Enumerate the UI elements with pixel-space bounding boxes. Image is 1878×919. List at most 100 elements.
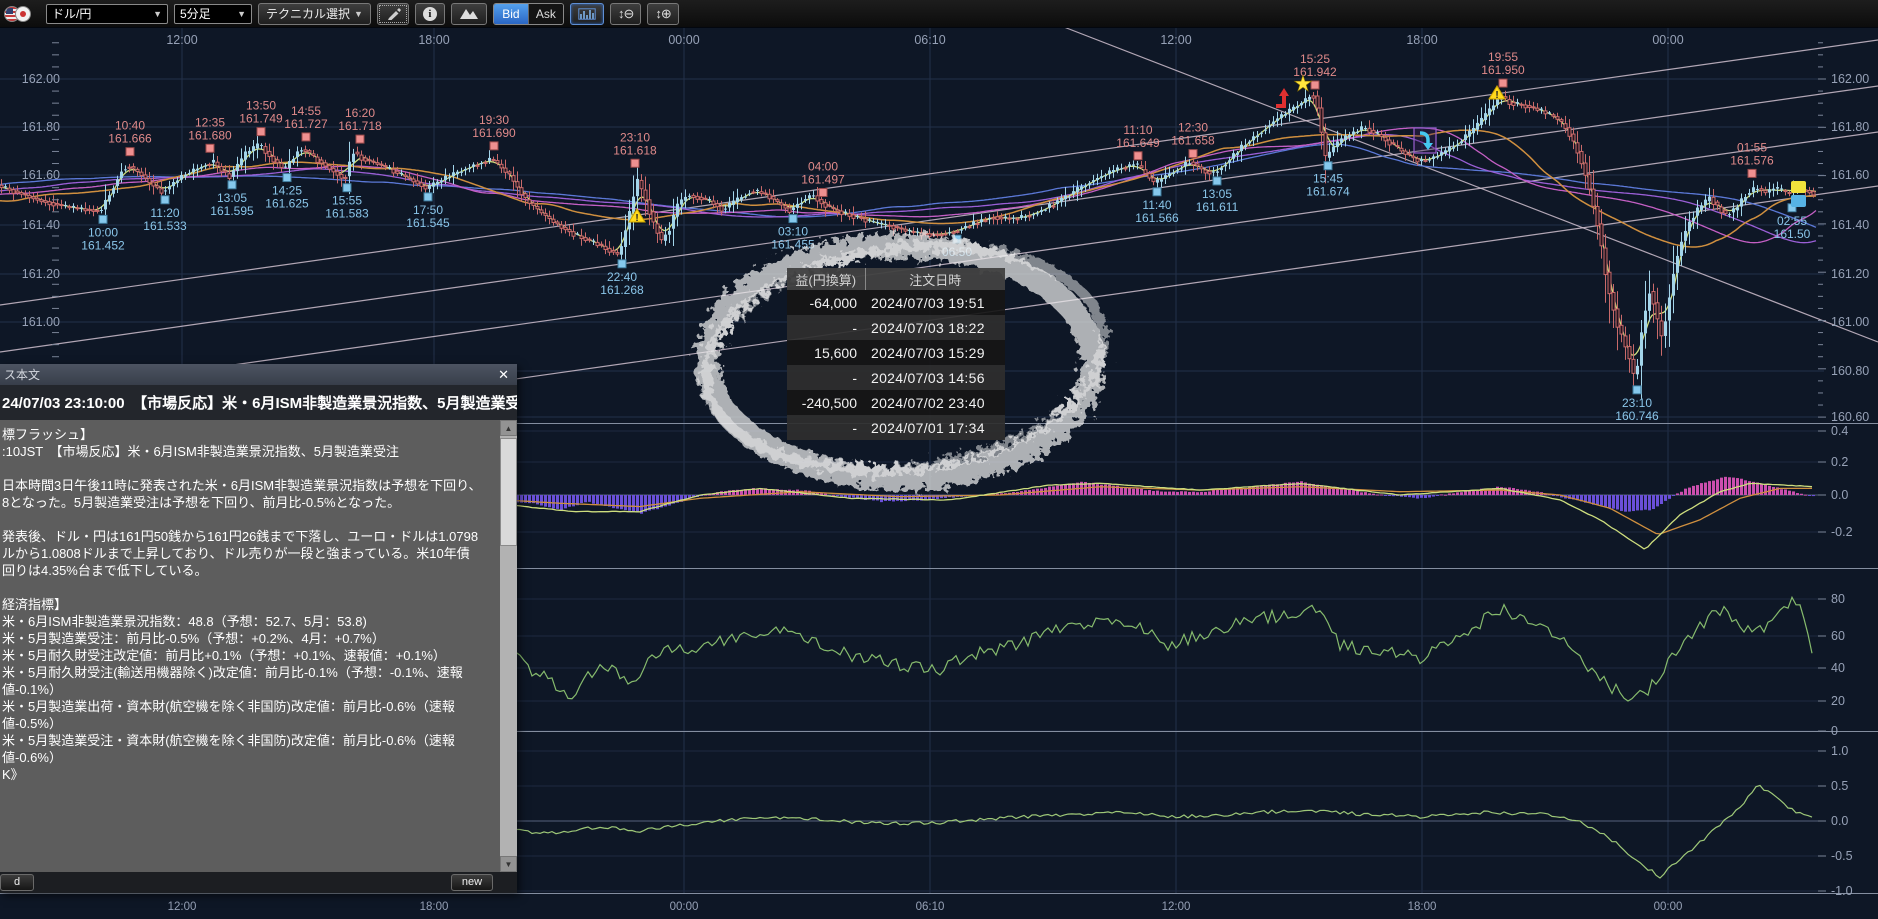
order-datetime: 2024/07/02 23:40 <box>865 390 1005 415</box>
buy-marker <box>424 193 432 201</box>
svg-text:161.455: 161.455 <box>771 238 815 252</box>
buy-marker <box>99 215 107 223</box>
scroll-thumb[interactable] <box>500 438 517 546</box>
svg-text:10:40: 10:40 <box>115 119 145 133</box>
info-button[interactable]: i <box>415 3 445 25</box>
last-price-tag-blue <box>1791 195 1806 207</box>
svg-text:19:30: 19:30 <box>479 113 509 127</box>
order-row[interactable]: -240,5002024/07/02 23:40 <box>787 390 1005 415</box>
zoom-in-icon: ↕⊕ <box>655 6 670 22</box>
svg-text:00:00: 00:00 <box>668 33 699 47</box>
bid-ask-toggle: Bid Ask <box>493 3 564 25</box>
technical-select-label: テクニカル選択 <box>266 5 350 22</box>
currency-pair-select[interactable]: ドル/円 ▼ <box>46 4 168 24</box>
svg-text:15:45: 15:45 <box>1313 172 1343 186</box>
buy-marker <box>618 260 626 268</box>
svg-text:160.60: 160.60 <box>1831 410 1869 424</box>
ask-button[interactable]: Ask <box>528 4 563 24</box>
news-scrollbar[interactable]: ▲ ▼ <box>500 420 517 872</box>
tick-chart-button[interactable] <box>570 3 604 25</box>
jp-flag-icon <box>15 6 31 22</box>
news-footer: d new <box>0 872 517 893</box>
svg-text:161.583: 161.583 <box>325 207 369 221</box>
timeframe-label: 5分足 <box>180 5 211 22</box>
order-row[interactable]: -2024/07/03 18:22 <box>787 315 1005 340</box>
svg-text:0.0: 0.0 <box>1831 814 1848 828</box>
svg-text:18:00: 18:00 <box>1408 901 1437 913</box>
order-row[interactable]: -2024/07/01 17:34 <box>787 415 1005 440</box>
zoom-out-button[interactable]: ↕⊖ <box>610 3 641 25</box>
buy-marker <box>953 235 961 243</box>
order-row[interactable]: -2024/07/03 14:56 <box>787 365 1005 390</box>
orders-header-row: 益(円換算) 注文日時 <box>787 268 1005 290</box>
svg-text:60: 60 <box>1831 629 1845 643</box>
svg-text:20: 20 <box>1831 694 1845 708</box>
order-row[interactable]: 15,6002024/07/03 15:29 <box>787 340 1005 365</box>
svg-text:1.0: 1.0 <box>1831 744 1848 758</box>
svg-text:06:10: 06:10 <box>914 33 945 47</box>
toolbar: ドル/円 ▼ 5分足 ▼ テクニカル選択 ▼ i Bid Ask <box>0 0 1878 28</box>
svg-text:★: ★ <box>1293 71 1313 96</box>
order-row[interactable]: -64,0002024/07/03 19:51 <box>787 290 1005 315</box>
svg-text:160.80: 160.80 <box>1831 364 1869 378</box>
news-headline: 24/07/03 23:10:00 【市場反応】米・6月ISM非製造業景況指数、… <box>0 385 517 420</box>
svg-text:11:40: 11:40 <box>1142 198 1171 212</box>
svg-text:15:55: 15:55 <box>332 194 362 208</box>
scroll-down-icon[interactable]: ▼ <box>500 856 517 872</box>
svg-text:161.268: 161.268 <box>600 283 644 297</box>
svg-text:12:30: 12:30 <box>1178 121 1208 135</box>
timeframe-select[interactable]: 5分足 ▼ <box>174 4 252 24</box>
close-icon[interactable]: ✕ <box>498 367 509 383</box>
news-body-text: 標フラッシュ】:10JST 【市場反応】米・6月ISM非製造業景況指数、5月製造… <box>2 426 497 783</box>
chevron-down-icon: ▼ <box>237 9 246 19</box>
bid-button[interactable]: Bid <box>494 4 528 24</box>
svg-text:14:25: 14:25 <box>272 184 302 198</box>
svg-text:161.611: 161.611 <box>1196 200 1239 214</box>
svg-text:12:35: 12:35 <box>195 115 225 129</box>
new-button[interactable]: new <box>451 874 493 891</box>
old-button[interactable]: d <box>0 874 34 891</box>
currency-pair-label: ドル/円 <box>52 5 91 22</box>
orders-col-profit: 益(円換算) <box>787 268 865 290</box>
svg-text:40: 40 <box>1831 661 1845 675</box>
draw-tool-button[interactable] <box>377 3 409 25</box>
svg-text:161.60: 161.60 <box>22 168 60 182</box>
chevron-down-icon: ▼ <box>153 9 162 19</box>
svg-text:160.746: 160.746 <box>1615 409 1659 423</box>
svg-text:13:50: 13:50 <box>246 99 276 113</box>
svg-text:161.727: 161.727 <box>284 117 328 131</box>
svg-text:161.50: 161.50 <box>1774 227 1811 241</box>
buy-marker <box>1633 386 1641 394</box>
sell-marker <box>1499 79 1507 87</box>
svg-text:13:05: 13:05 <box>1202 187 1232 201</box>
svg-text:19:55: 19:55 <box>1488 50 1518 64</box>
chart-type-button[interactable] <box>451 3 487 25</box>
svg-text:00:00: 00:00 <box>1654 901 1683 913</box>
svg-text:161.618: 161.618 <box>613 143 657 157</box>
sell-marker <box>356 135 364 143</box>
buy-marker <box>343 184 351 192</box>
sell-marker <box>819 188 827 196</box>
svg-text:00:00: 00:00 <box>1652 33 1683 47</box>
svg-text:161.680: 161.680 <box>188 128 232 142</box>
technical-select-button[interactable]: テクニカル選択 ▼ <box>258 3 371 25</box>
sell-marker <box>1748 169 1756 177</box>
news-body: 標フラッシュ】:10JST 【市場反応】米・6月ISM非製造業景況指数、5月製造… <box>0 420 517 872</box>
pencil-icon <box>385 7 401 21</box>
sell-marker <box>631 159 639 167</box>
order-profit: -240,500 <box>787 390 865 415</box>
svg-text:12:00: 12:00 <box>1160 33 1191 47</box>
svg-text:161.566: 161.566 <box>1135 211 1179 225</box>
scroll-up-icon[interactable]: ▲ <box>500 420 517 436</box>
svg-text:0: 0 <box>1831 724 1838 738</box>
svg-text:161.40: 161.40 <box>22 218 60 232</box>
zoom-in-button[interactable]: ↕⊕ <box>647 3 678 25</box>
svg-text:23:10: 23:10 <box>620 130 650 144</box>
svg-text:0.2: 0.2 <box>1831 455 1848 469</box>
svg-text:0.4: 0.4 <box>1831 424 1848 438</box>
buy-marker <box>161 196 169 204</box>
svg-text:04:00: 04:00 <box>808 159 838 173</box>
svg-text:12:00: 12:00 <box>168 901 197 913</box>
currency-flags-icon <box>4 4 40 24</box>
order-profit: 15,600 <box>787 340 865 365</box>
